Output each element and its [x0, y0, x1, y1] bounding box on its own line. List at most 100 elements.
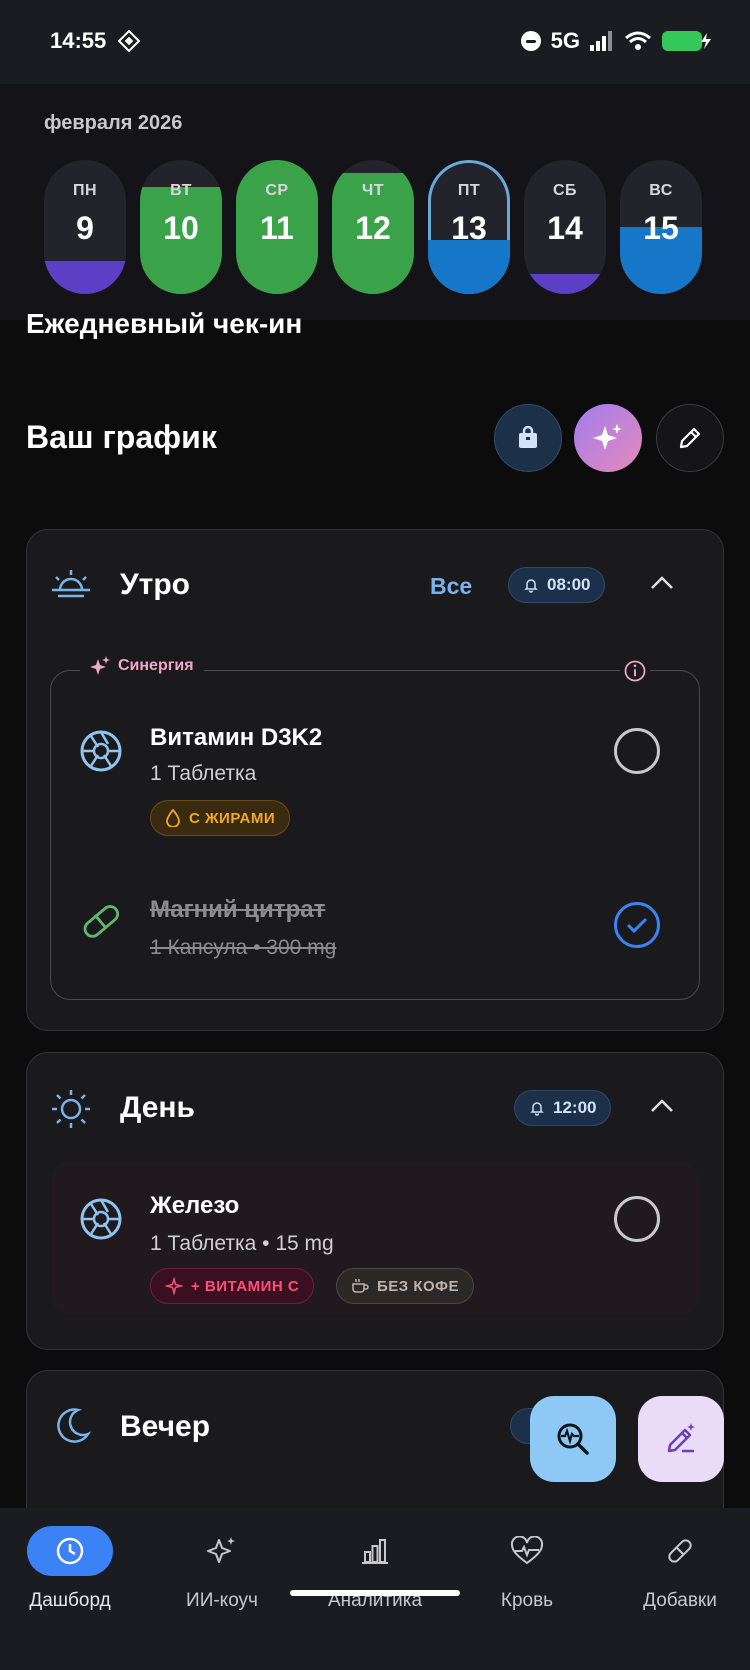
week-calendar: февраля 2026 ПН 9 ВТ 10 СР 11 ЧТ 12 ПТ 13 СБ 14 ВС 15 — [0, 84, 750, 320]
vitamin-d3k2-checkbox[interactable] — [614, 728, 660, 774]
synergy-label-text: Синергия — [118, 657, 194, 674]
day-number: 10 — [163, 210, 199, 246]
sun-icon — [52, 1090, 90, 1128]
nav-dashboard[interactable]: Дашборд — [0, 1526, 145, 1612]
med-name-magnesium: Магний цитрат — [150, 896, 326, 923]
day-name: СБ — [552, 182, 578, 199]
no-coffee-tag: БЕЗ КОФЕ — [336, 1268, 474, 1304]
day-time: 12:00 — [553, 1098, 597, 1117]
calendar-day[interactable]: СР 11 — [236, 160, 318, 294]
status-time: 14:55 — [50, 28, 107, 53]
sparkles-icon — [593, 424, 622, 450]
aperture-icon — [80, 730, 122, 772]
log-fab[interactable] — [638, 1396, 724, 1482]
day-progress-fill — [524, 273, 606, 294]
med-dose-iron: 1 Таблетка • 15 mg — [150, 1232, 334, 1255]
day-number: 15 — [643, 210, 679, 246]
page: 14:55 5G февраля 2026 ПН 9 ВТ 10 СР 11 Ч… — [0, 0, 750, 1670]
signal-icon — [590, 31, 612, 51]
vitamin-c-tag-text: + ВИТАМИН С — [191, 1277, 300, 1295]
month-label: февраля 2026 — [44, 112, 183, 134]
nav-dashboard-pill — [27, 1526, 113, 1576]
edit-schedule-button[interactable] — [656, 404, 724, 472]
bell-icon — [524, 579, 538, 593]
status-icons: 5G — [520, 28, 711, 54]
sparkle-icon — [90, 656, 110, 675]
schedule-title: Ваш график — [26, 419, 217, 455]
sparkle-link-icon — [165, 1277, 183, 1295]
calendar-day[interactable]: ПТ 13 — [428, 160, 510, 294]
nav-blood-pill — [484, 1526, 570, 1576]
day-name: ВТ — [170, 182, 192, 199]
calendar-day[interactable]: ВТ 10 — [140, 160, 222, 294]
day-number: 11 — [260, 210, 294, 246]
day-number: 12 — [355, 210, 391, 246]
no-coffee-tag-text: БЕЗ КОФЕ — [377, 1277, 459, 1295]
nav-ai-coach-label: ИИ-коуч — [186, 1590, 258, 1611]
nav-supplements-label: Добавки — [643, 1590, 717, 1611]
network-type: 5G — [550, 28, 580, 53]
day-name: СР — [265, 182, 289, 199]
heart-pulse-icon — [510, 1536, 544, 1565]
chevron-up-icon[interactable] — [648, 570, 676, 598]
day-progress-fill — [44, 260, 126, 294]
analyze-fab[interactable] — [530, 1396, 616, 1482]
nav-supplements-pill — [637, 1526, 723, 1576]
day-progress-fill — [428, 240, 510, 294]
battery-icon — [662, 31, 711, 51]
aperture-icon — [80, 1198, 122, 1240]
day-number: 14 — [547, 210, 583, 246]
nav-supplements[interactable]: Добавки — [605, 1526, 750, 1612]
checkmark-icon — [626, 917, 648, 934]
day-reminder-pill[interactable]: 12:00 — [514, 1090, 612, 1126]
day-name: ПТ — [457, 182, 481, 199]
med-dose-vitamin-d3k2: 1 Таблетка — [150, 762, 257, 785]
clock-icon — [56, 1537, 84, 1565]
bottom-navigation: Дашборд ИИ-коуч Аналитика Кровь Добавки — [0, 1508, 750, 1670]
calendar-day[interactable]: СБ 14 — [524, 160, 606, 294]
bell-icon — [530, 1102, 544, 1116]
morning-all-link[interactable]: Все — [430, 573, 472, 600]
synergy-label: Синергия — [80, 656, 204, 676]
ai-suggest-button[interactable] — [574, 404, 642, 472]
vitamin-c-tag: + ВИТАМИН С — [150, 1268, 315, 1304]
nav-analytics[interactable]: Аналитика — [300, 1526, 450, 1612]
nav-dashboard-label: Дашборд — [29, 1590, 111, 1611]
med-dose-magnesium: 1 Капсула • 300 mg — [150, 936, 337, 959]
search-pulse-icon — [557, 1423, 589, 1455]
calendar-day[interactable]: ЧТ 12 — [332, 160, 414, 294]
iron-checkbox[interactable] — [614, 1196, 660, 1242]
magic-pencil-icon — [667, 1423, 695, 1453]
nav-ai-coach[interactable]: ИИ-коуч — [147, 1526, 297, 1612]
nav-blood[interactable]: Кровь — [452, 1526, 602, 1612]
morning-reminder-pill[interactable]: 08:00 — [508, 567, 606, 603]
home-indicator[interactable] — [290, 1590, 460, 1596]
shopping-bag-icon — [519, 425, 537, 448]
do-not-disturb-icon — [520, 31, 541, 51]
status-bar: 14:55 5G — [0, 0, 750, 84]
morning-time: 08:00 — [547, 575, 591, 594]
bar-chart-icon — [362, 1539, 388, 1564]
day-name: ВС — [649, 182, 673, 199]
week-days: ПН 9 ВТ 10 СР 11 ЧТ 12 ПТ 13 СБ 14 ВС 15 — [44, 160, 702, 294]
evening-title: Вечер — [120, 1410, 211, 1443]
with-fats-tag: С ЖИРАМИ — [150, 800, 291, 836]
pill-icon — [668, 1539, 692, 1563]
nav-analytics-pill — [332, 1526, 418, 1576]
drop-icon — [166, 809, 180, 827]
coffee-cup-icon — [352, 1279, 369, 1293]
calendar-day[interactable]: ВС 15 — [620, 160, 702, 294]
info-icon[interactable] — [620, 656, 650, 686]
navigation-icon — [118, 30, 140, 52]
daily-checkin-title: Ежедневный чек-ин — [26, 308, 303, 339]
shop-button[interactable] — [494, 404, 562, 472]
chevron-up-icon[interactable] — [648, 1093, 676, 1121]
nav-blood-label: Кровь — [500, 1590, 554, 1611]
day-number: 9 — [76, 210, 94, 246]
synergy-group — [50, 670, 700, 1000]
day-name: ЧТ — [361, 182, 384, 199]
magnesium-checkbox[interactable] — [614, 902, 660, 948]
med-name-vitamin-d3k2: Витамин D3K2 — [150, 724, 323, 751]
charging-icon — [701, 33, 711, 49]
calendar-day[interactable]: ПН 9 — [44, 160, 126, 294]
